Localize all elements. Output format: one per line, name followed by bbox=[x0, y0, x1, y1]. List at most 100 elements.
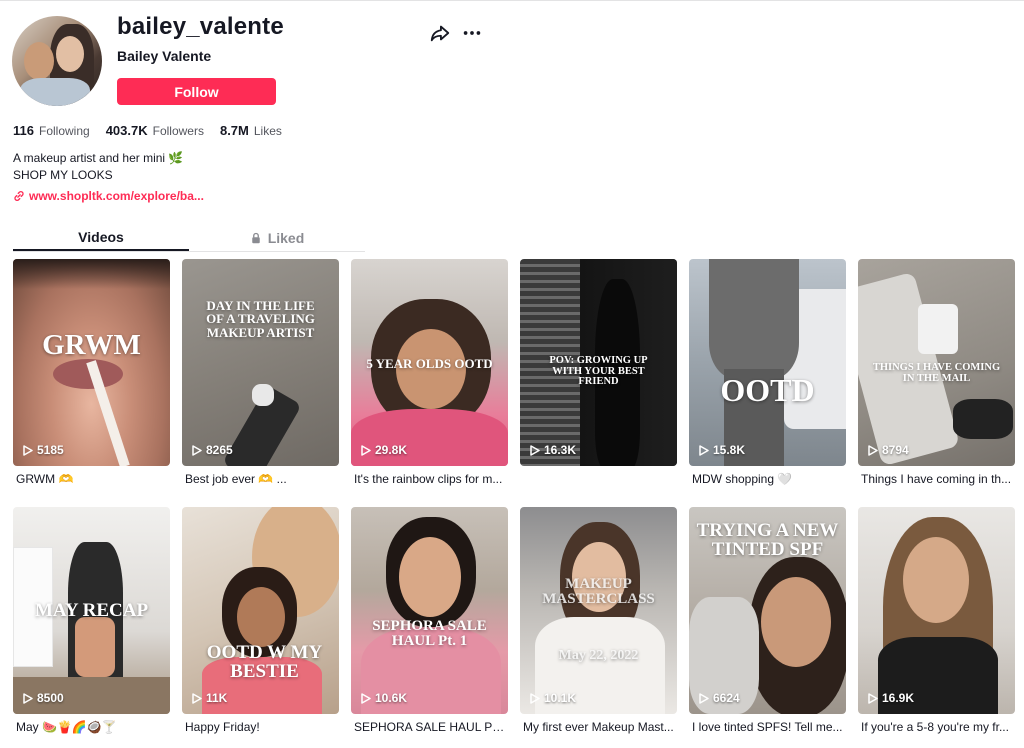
video-card[interactable]: GRWM 5185 GRWM 🫶 bbox=[13, 259, 170, 507]
stat-followers[interactable]: 403.7K Followers bbox=[106, 123, 204, 138]
video-overlay-text: SEPHORA SALE HAUL Pt. 1 bbox=[372, 618, 487, 650]
video-card[interactable]: OOTD 15.8K MDW shopping 🤍 bbox=[689, 259, 846, 507]
view-count: 10.1K bbox=[530, 691, 576, 705]
video-thumbnail[interactable]: THINGS I HAVE COMING IN THE MAIL 8794 bbox=[858, 259, 1015, 466]
follow-button[interactable]: Follow bbox=[117, 78, 276, 105]
video-thumbnail[interactable]: 5 YEAR OLDS OOTD 29.8K bbox=[351, 259, 508, 466]
tab-label: Liked bbox=[267, 229, 305, 246]
view-count-text: 6624 bbox=[713, 691, 740, 705]
video-caption: May 🍉🍟🌈🥥🍸 bbox=[16, 720, 117, 734]
video-caption: It's the rainbow clips for m... bbox=[354, 472, 503, 486]
video-thumbnail[interactable]: TRYING A NEW TINTED SPF 6624 bbox=[689, 507, 846, 714]
video-card[interactable]: 5 YEAR OLDS OOTD 29.8K It's the rainbow … bbox=[351, 259, 508, 507]
video-card[interactable]: POV: GROWING UP WITH YOUR BEST FRIEND 16… bbox=[520, 259, 677, 507]
stat-value: 116 bbox=[13, 123, 34, 138]
video-caption: SEPHORA SALE HAUL PT.... bbox=[354, 720, 508, 734]
video-card[interactable]: SEPHORA SALE HAUL Pt. 1 10.6K SEPHORA SA… bbox=[351, 507, 508, 748]
play-icon bbox=[23, 692, 33, 704]
video-thumbnail[interactable]: OOTD W MY BESTIE 11K bbox=[182, 507, 339, 714]
stat-likes: 8.7M Likes bbox=[220, 123, 282, 138]
stat-following[interactable]: 116 Following bbox=[13, 123, 90, 138]
video-card[interactable]: DAY IN THE LIFE OF A TRAVELING MAKEUP AR… bbox=[182, 259, 339, 507]
view-count-text: 8265 bbox=[206, 443, 233, 457]
view-count-text: 16.3K bbox=[544, 443, 577, 457]
play-icon bbox=[530, 444, 540, 456]
play-icon bbox=[699, 444, 709, 456]
play-icon bbox=[361, 444, 371, 456]
more-options-icon[interactable] bbox=[461, 22, 483, 44]
video-thumbnail[interactable]: 16.9K bbox=[858, 507, 1015, 714]
play-icon bbox=[192, 444, 202, 456]
stat-label: Following bbox=[38, 124, 90, 138]
avatar[interactable] bbox=[12, 16, 102, 106]
bio-line: SHOP MY LOOKS bbox=[13, 168, 113, 182]
video-caption: Things I have coming in th... bbox=[861, 472, 1012, 486]
video-overlay-text: THINGS I HAVE COMING IN THE MAIL bbox=[872, 362, 1001, 384]
video-caption: Happy Friday! bbox=[185, 720, 260, 734]
play-icon bbox=[699, 692, 709, 704]
video-thumbnail[interactable]: SEPHORA SALE HAUL Pt. 1 10.6K bbox=[351, 507, 508, 714]
video-overlay-text: 5 YEAR OLDS OOTD bbox=[366, 356, 493, 371]
video-card[interactable]: THINGS I HAVE COMING IN THE MAIL 8794 Th… bbox=[858, 259, 1015, 507]
view-count-text: 29.8K bbox=[375, 443, 408, 457]
video-thumbnail[interactable]: GRWM 5185 bbox=[13, 259, 170, 466]
video-caption: If you're a 5-8 you're my fr... bbox=[861, 720, 1009, 734]
tab-videos[interactable]: Videos bbox=[13, 224, 189, 251]
play-icon bbox=[868, 444, 878, 456]
stat-label: Followers bbox=[152, 124, 204, 138]
view-count-text: 10.1K bbox=[544, 691, 577, 705]
video-thumbnail[interactable]: OOTD 15.8K bbox=[689, 259, 846, 466]
profile-stats: 116 Following 403.7K Followers 8.7M Like… bbox=[13, 123, 298, 138]
video-card[interactable]: MAKEUP MASTERCLASS May 22, 2022 10.1K My… bbox=[520, 507, 677, 748]
link-icon bbox=[14, 191, 24, 201]
view-count-text: 8500 bbox=[37, 691, 64, 705]
video-thumbnail[interactable]: MAKEUP MASTERCLASS May 22, 2022 10.1K bbox=[520, 507, 677, 714]
video-card[interactable]: OOTD W MY BESTIE 11K Happy Friday! bbox=[182, 507, 339, 748]
play-icon bbox=[361, 692, 371, 704]
bio-line: A makeup artist and her mini 🌿 bbox=[13, 151, 184, 165]
profile-link[interactable]: www.shopltk.com/explore/ba... bbox=[13, 189, 204, 203]
share-icon[interactable] bbox=[429, 22, 451, 44]
video-caption: MDW shopping 🤍 bbox=[692, 472, 793, 486]
top-divider bbox=[0, 0, 1024, 1]
profile-tabs: Videos Liked bbox=[13, 224, 365, 252]
video-overlay-date: May 22, 2022 bbox=[558, 648, 639, 663]
view-count: 16.3K bbox=[530, 443, 576, 457]
view-count-text: 10.6K bbox=[375, 691, 408, 705]
stat-label: Likes bbox=[253, 124, 282, 138]
video-overlay-text: MAKEUP MASTERCLASS bbox=[542, 576, 655, 608]
play-icon bbox=[868, 692, 878, 704]
video-overlay-text: DAY IN THE LIFE OF A TRAVELING MAKEUP AR… bbox=[206, 298, 315, 340]
video-thumbnail[interactable]: MAY RECAP 8500 bbox=[13, 507, 170, 714]
stat-value: 403.7K bbox=[105, 123, 148, 138]
video-overlay-text: POV: GROWING UP WITH YOUR BEST FRIEND bbox=[549, 355, 648, 388]
lock-icon bbox=[251, 232, 260, 243]
tab-label: Videos bbox=[78, 228, 124, 245]
video-thumbnail[interactable]: POV: GROWING UP WITH YOUR BEST FRIEND 16… bbox=[520, 259, 677, 466]
view-count-text: 11K bbox=[206, 691, 228, 705]
tab-liked[interactable]: Liked bbox=[189, 224, 365, 251]
view-count-text: 8794 bbox=[882, 443, 909, 457]
view-count: 16.9K bbox=[868, 691, 914, 705]
video-thumbnail[interactable]: DAY IN THE LIFE OF A TRAVELING MAKEUP AR… bbox=[182, 259, 339, 466]
video-caption: My first ever Makeup Mast... bbox=[523, 720, 674, 734]
video-card[interactable]: 16.9K If you're a 5-8 you're my fr... bbox=[858, 507, 1015, 748]
video-card[interactable]: MAY RECAP 8500 May 🍉🍟🌈🥥🍸 bbox=[13, 507, 170, 748]
profile-nickname: Bailey Valente bbox=[117, 48, 212, 64]
profile-username: bailey_valente bbox=[117, 13, 284, 40]
video-overlay-text: GRWM bbox=[42, 329, 141, 361]
play-icon bbox=[192, 692, 202, 704]
play-icon bbox=[23, 444, 33, 456]
play-icon bbox=[530, 692, 540, 704]
view-count: 6624 bbox=[699, 691, 740, 705]
video-card[interactable]: TRYING A NEW TINTED SPF 6624 I love tint… bbox=[689, 507, 846, 748]
view-count: 15.8K bbox=[699, 443, 745, 457]
view-count-text: 16.9K bbox=[882, 691, 915, 705]
view-count-text: 5185 bbox=[37, 443, 64, 457]
profile-link-text[interactable]: www.shopltk.com/explore/ba... bbox=[29, 189, 204, 203]
video-caption: I love tinted SPFS! Tell me... bbox=[692, 720, 843, 734]
video-caption: Best job ever 🫶 ... bbox=[185, 472, 287, 486]
view-count: 8500 bbox=[23, 691, 64, 705]
video-caption: GRWM 🫶 bbox=[16, 472, 74, 486]
view-count: 11K bbox=[192, 691, 227, 705]
